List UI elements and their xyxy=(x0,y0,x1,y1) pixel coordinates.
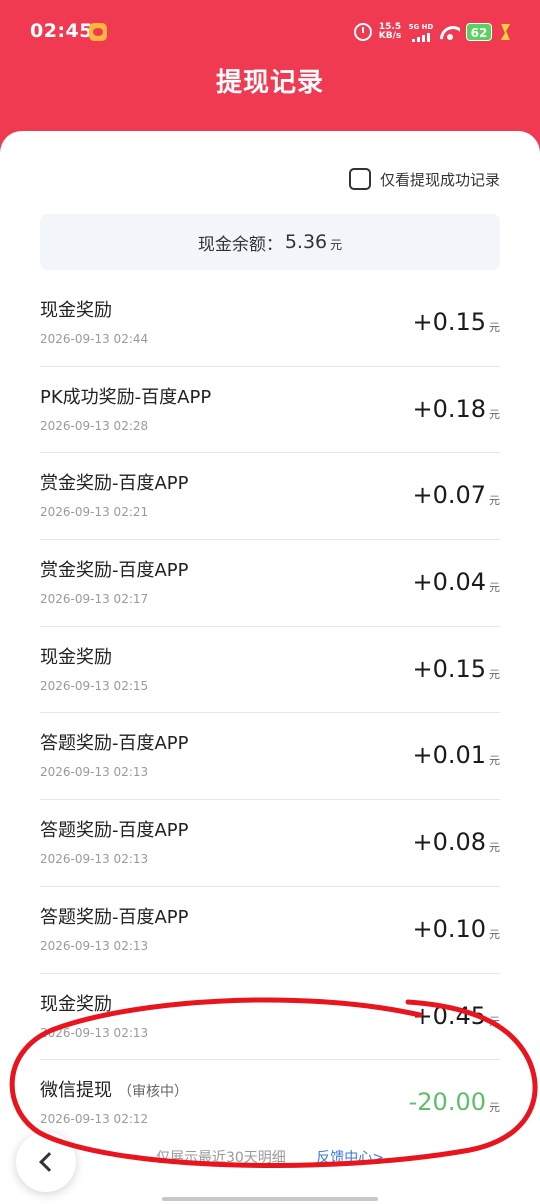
record-name-text: 微信提现 xyxy=(40,1080,112,1102)
chevron-left-icon xyxy=(39,1152,59,1172)
record-amount: +0.08 xyxy=(412,828,486,857)
net-speed-unit: KB/s xyxy=(378,31,402,41)
record-name: 现金奖励 xyxy=(40,300,112,321)
success-only-label: 仅看提现成功记录 xyxy=(379,170,500,189)
records-card: 仅看提现成功记录 现金余额： 5.36 元 现金奖励 2026-09-13 02… xyxy=(0,131,540,1204)
charging-icon xyxy=(498,24,510,40)
record-unit: 元 xyxy=(489,321,500,334)
battery-icon: 62 xyxy=(466,23,492,41)
balance-label: 现金余额： xyxy=(197,234,283,255)
record-time: 2026-09-13 02:13 xyxy=(40,765,149,780)
feedback-center-link[interactable]: 反馈中心> xyxy=(316,1150,384,1166)
home-indicator[interactable] xyxy=(162,1197,378,1201)
record-unit: 元 xyxy=(489,494,500,508)
status-time: 02:45 xyxy=(30,20,93,42)
record-time: 2026-09-13 02:12 xyxy=(40,1112,149,1127)
record-unit: 元 xyxy=(489,927,500,941)
status-bar: 02:45 15.5 KB/s 5G HD 62 xyxy=(0,0,540,64)
success-only-filter[interactable]: 仅看提现成功记录 xyxy=(348,168,500,190)
record-row: 赏金奖励-百度APP 2026-09-13 02:21 +0.07 元 xyxy=(40,453,500,541)
withdraw-record-row: 微信提现 （审核中） 2026-09-13 02:12 -20.00 元 xyxy=(40,1060,500,1147)
record-amount: +0.15 xyxy=(412,308,486,336)
record-amount: +0.18 xyxy=(412,394,486,423)
app-notification-icon xyxy=(89,23,107,41)
record-amount: +0.10 xyxy=(412,914,486,943)
record-status: （审核中） xyxy=(118,1084,188,1101)
balance-value: 5.36 xyxy=(284,231,328,253)
record-unit: 元 xyxy=(489,754,500,768)
balance-unit: 元 xyxy=(330,238,343,252)
wifi-icon xyxy=(440,24,460,40)
record-time: 2026-09-13 02:13 xyxy=(40,852,149,867)
page-title: 提现记录 xyxy=(215,68,324,98)
status-icons: 15.5 KB/s 5G HD 62 xyxy=(354,20,510,44)
record-time: 2026-09-13 02:13 xyxy=(40,1025,149,1040)
record-unit: 元 xyxy=(489,581,500,595)
cash-balance: 现金余额： 5.36 元 xyxy=(40,214,500,270)
record-amount: +0.07 xyxy=(412,481,486,510)
record-time: 2026-09-13 02:44 xyxy=(40,332,149,346)
alarm-icon xyxy=(354,23,372,41)
record-unit: 元 xyxy=(489,841,500,855)
record-row: 现金奖励 2026-09-13 02:44 +0.15 元 xyxy=(40,280,500,367)
record-unit: 元 xyxy=(489,407,500,421)
back-button[interactable] xyxy=(16,1132,76,1192)
record-time: 2026-09-13 02:17 xyxy=(40,592,149,607)
withdraw-records-screen: 02:45 15.5 KB/s 5G HD 62 提现记录 仅看提现成功记录 现… xyxy=(0,0,540,1204)
record-time: 2026-09-13 02:15 xyxy=(40,678,149,693)
network-label: 5G HD xyxy=(408,22,434,31)
record-name: 赏金奖励-百度APP xyxy=(40,473,189,495)
record-name: 答题奖励-百度APP xyxy=(40,733,189,755)
record-amount: +0.15 xyxy=(412,654,486,683)
record-time: 2026-09-13 02:28 xyxy=(40,418,149,433)
record-row: 赏金奖励-百度APP 2026-09-13 02:17 +0.04 元 xyxy=(40,540,500,627)
record-name: 微信提现 （审核中） xyxy=(40,1076,188,1102)
record-amount: -20.00 xyxy=(408,1088,486,1117)
record-unit: 元 xyxy=(489,667,500,681)
record-unit: 元 xyxy=(489,1101,500,1115)
net-speed: 15.5 KB/s xyxy=(378,23,402,41)
signal-icon: 5G HD xyxy=(408,23,434,42)
record-time: 2026-09-13 02:13 xyxy=(40,938,149,953)
record-name: 现金奖励 xyxy=(40,646,112,668)
record-unit: 元 xyxy=(489,1014,500,1028)
records-list: 现金奖励 2026-09-13 02:44 +0.15 元 PK成功奖励-百度A… xyxy=(40,280,500,1147)
record-name: PK成功奖励-百度APP xyxy=(40,386,212,408)
record-amount: +0.04 xyxy=(412,568,486,597)
record-row: 答题奖励-百度APP 2026-09-13 02:13 +0.01 元 xyxy=(40,713,500,801)
record-name: 现金奖励 xyxy=(40,993,112,1015)
record-row: PK成功奖励-百度APP 2026-09-13 02:28 +0.18 元 xyxy=(40,367,500,454)
record-name: 答题奖励-百度APP xyxy=(40,820,189,842)
record-amount: +0.01 xyxy=(412,741,486,770)
record-row: 答题奖励-百度APP 2026-09-13 02:13 +0.08 元 xyxy=(40,800,500,887)
record-name: 赏金奖励-百度APP xyxy=(40,560,189,582)
record-row: 现金奖励 2026-09-13 02:13 +0.45 元 xyxy=(40,974,500,1061)
record-row: 现金奖励 2026-09-13 02:15 +0.15 元 xyxy=(40,627,500,714)
record-name: 答题奖励-百度APP xyxy=(40,906,189,928)
record-time: 2026-09-13 02:21 xyxy=(40,505,149,520)
footer: 仅展示最近30天明细 反馈中心> xyxy=(0,1147,540,1167)
success-only-checkbox[interactable] xyxy=(348,168,371,190)
record-amount: +0.45 xyxy=(412,1001,486,1030)
footer-note: 仅展示最近30天明细 xyxy=(155,1150,286,1166)
record-row: 答题奖励-百度APP 2026-09-13 02:13 +0.10 元 xyxy=(40,887,500,974)
